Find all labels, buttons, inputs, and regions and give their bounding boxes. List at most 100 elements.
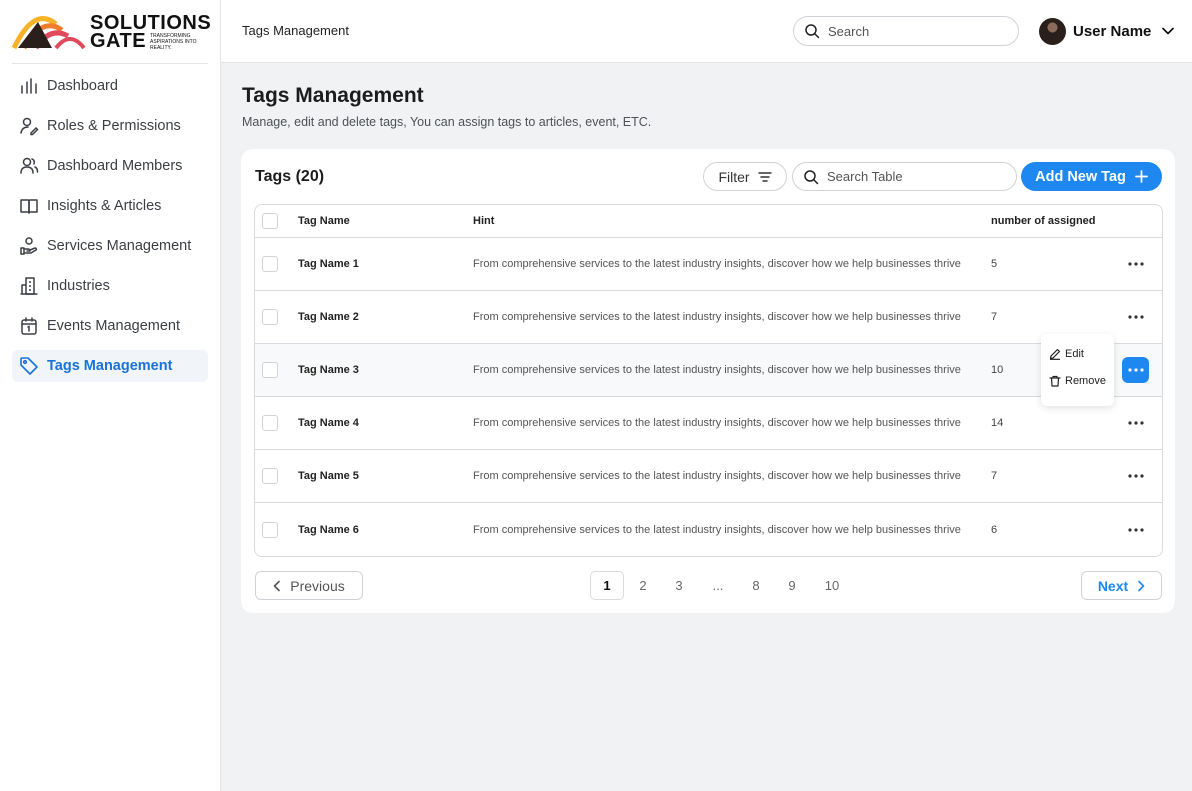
sidebar-item-industries[interactable]: Industries: [12, 270, 208, 302]
row-checkbox[interactable]: [262, 415, 278, 431]
page-number[interactable]: 10: [821, 571, 843, 600]
column-header-hint[interactable]: Hint: [473, 215, 965, 227]
table-search-box[interactable]: [792, 162, 1017, 191]
row-checkbox[interactable]: [262, 468, 278, 484]
next-label: Next: [1097, 577, 1129, 594]
table-row[interactable]: Tag Name 1 From comprehensive services t…: [255, 238, 1162, 291]
users-icon: [20, 157, 39, 174]
building-icon: [20, 277, 38, 295]
brand-logo[interactable]: SOLUTIONS GATE Transforming aspirations …: [12, 10, 211, 52]
column-header-assigned[interactable]: number of assigned: [991, 215, 1096, 227]
assigned-count-cell: 7: [991, 470, 998, 482]
filter-button[interactable]: Filter: [703, 162, 787, 191]
row-actions-button[interactable]: [1124, 467, 1148, 485]
hint-cell: From comprehensive services to the lates…: [473, 258, 961, 270]
add-new-tag-button[interactable]: Add New Tag: [1021, 162, 1162, 191]
page-number-current[interactable]: 1: [590, 571, 624, 600]
hint-cell: From comprehensive services to the lates…: [473, 311, 961, 323]
row-actions-button[interactable]: [1124, 255, 1148, 273]
select-all-checkbox[interactable]: [262, 213, 278, 229]
column-header-tag-name[interactable]: Tag Name: [298, 215, 350, 227]
book-icon: [20, 199, 38, 214]
top-header: Tags Management User Name: [221, 0, 1192, 63]
assigned-count-cell: 7: [991, 311, 998, 323]
user-menu[interactable]: User Name: [1039, 16, 1175, 46]
table-row[interactable]: Tag Name 5 From comprehensive services t…: [255, 450, 1162, 503]
row-checkbox[interactable]: [262, 256, 278, 272]
sidebar-item-label: Events Management: [47, 318, 180, 334]
assigned-count-cell: 10: [991, 364, 1004, 376]
tag-name-cell: Tag Name 6: [298, 523, 359, 536]
plus-icon: [1134, 170, 1148, 183]
table-row[interactable]: Tag Name 4 From comprehensive services t…: [255, 397, 1162, 450]
calendar-icon: [21, 317, 37, 335]
more-horizontal-icon: [1128, 315, 1144, 319]
more-horizontal-icon: [1128, 474, 1144, 478]
row-checkbox[interactable]: [262, 362, 278, 378]
row-actions-button[interactable]: [1124, 308, 1148, 326]
table-header-row: Tag Name Hint number of assigned: [255, 205, 1162, 238]
sidebar-item-events[interactable]: Events Management: [12, 310, 208, 342]
previous-label: Previous: [290, 577, 345, 594]
sidebar-item-label: Dashboard Members: [47, 158, 183, 174]
sidebar-item-tags[interactable]: Tags Management: [12, 350, 208, 382]
tags-table: Tag Name Hint number of assigned Tag Nam…: [254, 204, 1163, 557]
add-new-tag-label: Add New Tag: [1035, 168, 1126, 185]
row-checkbox[interactable]: [262, 521, 278, 538]
table-search-input[interactable]: [827, 169, 1007, 184]
table-row[interactable]: Tag Name 2 From comprehensive services t…: [255, 291, 1162, 344]
page-number[interactable]: 8: [749, 571, 763, 600]
trash-icon: [1049, 375, 1061, 387]
edit-label: Edit: [1065, 348, 1084, 360]
user-name: User Name: [1073, 22, 1152, 40]
logo-arch-icon: [12, 16, 86, 50]
more-horizontal-icon: [1128, 527, 1144, 532]
row-actions-button[interactable]: [1124, 521, 1148, 539]
page-ellipsis: ...: [712, 578, 724, 593]
bar-chart-icon: [21, 78, 37, 94]
row-actions-menu: Edit Remove: [1041, 334, 1114, 406]
header-search-box[interactable]: [793, 16, 1019, 46]
page-number[interactable]: 3: [672, 571, 686, 600]
breadcrumb: Tags Management: [242, 23, 349, 38]
sidebar-item-services[interactable]: Services Management: [12, 230, 208, 262]
avatar[interactable]: [1039, 17, 1066, 45]
table-row[interactable]: Tag Name 6 From comprehensive services t…: [255, 503, 1162, 556]
assigned-count-cell: 5: [991, 258, 998, 270]
hand-service-icon: [20, 237, 38, 255]
brand-tagline: Transforming aspirations into reality.: [150, 33, 197, 51]
row-actions-button[interactable]: [1124, 414, 1148, 432]
more-horizontal-icon: [1128, 421, 1144, 425]
tags-card: Tags (20) Filter Add New Tag Tag Name Hi…: [241, 149, 1175, 613]
hint-cell: From comprehensive services to the lates…: [473, 417, 961, 429]
filter-lines-icon: [757, 171, 772, 182]
row-actions-button[interactable]: [1122, 357, 1149, 383]
chevron-left-icon: [273, 580, 281, 591]
sidebar-nav: Dashboard Roles & Permissions Dashboard …: [12, 70, 208, 390]
more-horizontal-icon: [1128, 262, 1144, 266]
remove-menu-item[interactable]: Remove: [1049, 375, 1106, 387]
next-page-button[interactable]: Next: [1081, 571, 1162, 600]
hint-cell: From comprehensive services to the lates…: [473, 364, 961, 376]
sidebar: SOLUTIONS GATE Transforming aspirations …: [0, 0, 221, 791]
page-number[interactable]: 9: [785, 571, 799, 600]
tag-name-cell: Tag Name 2: [298, 311, 359, 323]
sidebar-item-insights[interactable]: Insights & Articles: [12, 190, 208, 222]
previous-page-button[interactable]: Previous: [255, 571, 363, 600]
search-icon: [804, 169, 819, 184]
assigned-count-cell: 6: [991, 523, 998, 536]
sidebar-item-members[interactable]: Dashboard Members: [12, 150, 208, 182]
tag-name-cell: Tag Name 4: [298, 417, 359, 429]
chevron-down-icon[interactable]: [1161, 24, 1175, 38]
table-row[interactable]: Tag Name 3 From comprehensive services t…: [255, 344, 1162, 397]
page-number[interactable]: 2: [636, 571, 650, 600]
header-search-input[interactable]: [828, 23, 998, 39]
edit-menu-item[interactable]: Edit: [1049, 348, 1084, 360]
sidebar-item-dashboard[interactable]: Dashboard: [12, 70, 208, 102]
search-icon: [805, 24, 820, 39]
page-subtitle: Manage, edit and delete tags, You can as…: [242, 115, 652, 129]
more-horizontal-icon: [1127, 368, 1144, 372]
tag-name-cell: Tag Name 5: [298, 470, 359, 482]
sidebar-item-roles[interactable]: Roles & Permissions: [12, 110, 208, 142]
row-checkbox[interactable]: [262, 309, 278, 325]
